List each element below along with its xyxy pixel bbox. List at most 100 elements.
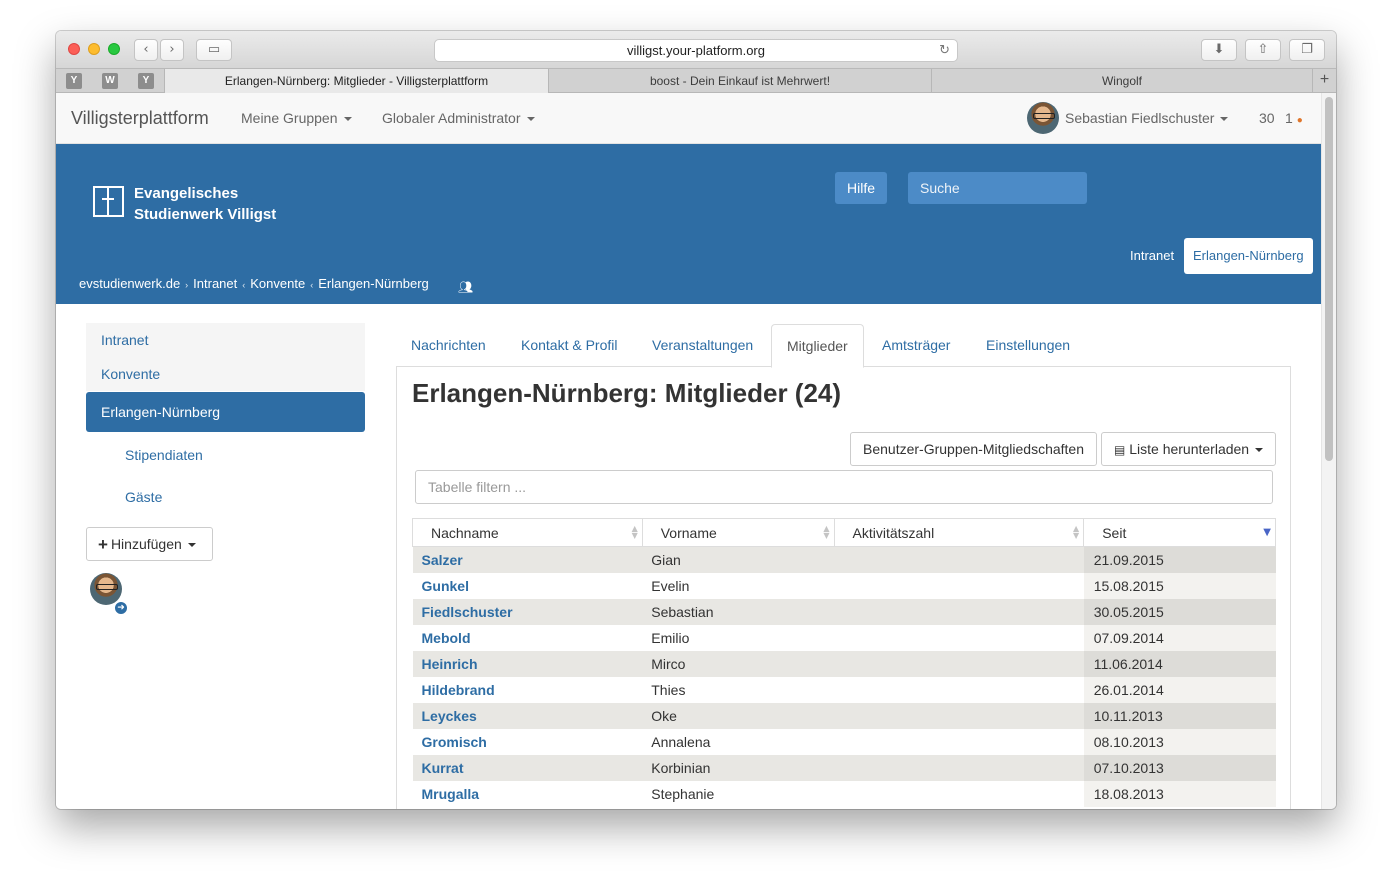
cell-since: 26.01.2014 — [1083, 676, 1276, 703]
unread-count[interactable]: 1 ● — [1285, 110, 1303, 126]
top-navbar: Villigsterplattform Meine Gruppen Global… — [56, 93, 1321, 144]
member-link[interactable]: Kurrat — [422, 760, 464, 776]
pinned-tab-y-icon[interactable]: Y — [66, 73, 82, 89]
close-window-button[interactable] — [68, 43, 80, 55]
user-name: Sebastian Fiedlschuster — [1065, 110, 1215, 126]
tab-amtstraeger[interactable]: Amtsträger — [882, 324, 950, 367]
cell-since: 15.08.2015 — [1083, 572, 1276, 599]
sidebar-subitem-stipendiaten[interactable]: Stipendiaten — [125, 447, 203, 463]
cell-last-name: Leyckes — [412, 702, 643, 729]
notification-count[interactable]: 30 — [1259, 110, 1275, 126]
content-tabs: Nachrichten Kontakt & Profil Veranstaltu… — [396, 324, 1291, 368]
table-row: Gromisch Annalena 08.10.2013 — [413, 728, 1276, 755]
cell-first-name: Thies — [651, 681, 686, 698]
tab-nachrichten[interactable]: Nachrichten — [411, 324, 486, 367]
search-input[interactable] — [908, 172, 1087, 204]
cell-activity — [834, 650, 1084, 677]
add-button[interactable]: + Hinzufügen — [86, 527, 213, 561]
logo-cross-icon — [93, 186, 124, 217]
member-link[interactable]: Heinrich — [422, 656, 478, 672]
cell-last-name: Hildebrand — [413, 677, 643, 703]
column-header-seit[interactable]: Seit ▼ — [1083, 518, 1276, 547]
breadcrumb-item[interactable]: Konvente — [250, 276, 305, 291]
add-button-label: Hinzufügen — [110, 536, 182, 552]
breadcrumb-separator-icon: › — [185, 280, 189, 290]
breadcrumb-item[interactable]: Erlangen-Nürnberg — [318, 276, 429, 291]
page-scrollbar[interactable] — [1321, 93, 1336, 809]
table-row: Salzer Gian 21.09.2015 — [412, 546, 1276, 573]
scrollbar-thumb[interactable] — [1325, 97, 1333, 461]
member-link[interactable]: Salzer — [422, 552, 463, 568]
browser-tab[interactable]: Wingolf — [931, 69, 1312, 93]
sidebar-toggle-icon[interactable]: ▭ — [196, 39, 232, 61]
group-members-icon[interactable]: 👥︎ — [458, 280, 473, 294]
member-link[interactable]: Gunkel — [422, 578, 469, 594]
column-header-aktivitaetszahl[interactable]: Aktivitätszahl ▲ ▼ — [833, 518, 1085, 547]
sidebar-item-konvente[interactable]: Konvente — [86, 357, 365, 391]
breadcrumb-item[interactable]: Intranet — [193, 276, 237, 291]
url-text: villigst.your-platform.org — [627, 43, 765, 58]
cell-activity — [834, 702, 1084, 729]
back-icon[interactable]: ‹ — [134, 39, 158, 61]
user-menu[interactable]: Sebastian Fiedlschuster — [1065, 110, 1229, 126]
browser-tab-active[interactable]: Erlangen-Nürnberg: Mitglieder - Villigst… — [164, 69, 548, 93]
memberships-button[interactable]: Benutzer-Gruppen-Mitgliedschaften — [850, 432, 1098, 466]
cell-activity — [834, 625, 1084, 651]
cell-activity — [834, 598, 1084, 625]
browser-tab-bar: Y W Y Erlangen-Nürnberg: Mitglieder - Vi… — [56, 69, 1336, 93]
browser-tab[interactable]: boost - Dein Einkauf ist Mehrwert! — [548, 69, 931, 93]
menu-global-admin[interactable]: Globaler Administrator — [382, 110, 535, 126]
reload-icon[interactable]: ↻ — [939, 40, 950, 61]
pinned-tab-w-icon[interactable]: W — [102, 73, 118, 89]
zoom-window-button[interactable] — [108, 43, 120, 55]
cell-last-name: Heinrich — [412, 650, 643, 677]
table-filter-input[interactable] — [415, 470, 1273, 504]
cell-activity — [834, 546, 1084, 573]
arrow-right-icon[interactable]: ➜ — [113, 600, 129, 616]
tab-mitglieder[interactable]: Mitglieder — [771, 324, 864, 368]
tab-veranstaltungen[interactable]: Veranstaltungen — [652, 324, 753, 367]
menu-my-groups[interactable]: Meine Gruppen — [241, 110, 352, 126]
column-header-nachname[interactable]: Nachname ▲ ▼ — [412, 518, 643, 547]
sidebar-item-erlangen-nuernberg[interactable]: Erlangen-Nürnberg — [86, 392, 365, 432]
cell-since: 07.10.2013 — [1083, 754, 1276, 781]
header-tab-active[interactable]: Erlangen-Nürnberg — [1184, 238, 1313, 274]
member-link[interactable]: Mrugalla — [422, 786, 480, 802]
column-header-vorname[interactable]: Vorname ▲ ▼ — [641, 518, 835, 547]
download-list-label: Liste herunterladen — [1129, 441, 1250, 457]
cell-last-name: Salzer — [412, 546, 643, 573]
sidebar-subitem-gaeste[interactable]: Gäste — [125, 489, 162, 505]
user-avatar[interactable] — [1027, 102, 1059, 134]
minimize-window-button[interactable] — [88, 43, 100, 55]
pinned-tab-y-icon[interactable]: Y — [138, 73, 154, 89]
download-list-button[interactable]: ▤ Liste herunterladen — [1101, 432, 1277, 466]
header-tab-intranet[interactable]: Intranet — [1130, 248, 1174, 263]
site-header: Evangelisches Studienwerk Villigst Hilfe… — [56, 144, 1321, 304]
cell-since: 10.11.2013 — [1083, 702, 1276, 729]
address-bar[interactable]: villigst.your-platform.org ↻ — [434, 39, 958, 62]
cell-since: 21.09.2015 — [1083, 546, 1276, 573]
member-link[interactable]: Hildebrand — [422, 682, 495, 698]
cell-last-name: Gunkel — [413, 573, 643, 599]
menu-my-groups-label: Meine Gruppen — [241, 110, 338, 126]
unread-dot-icon: ● — [1296, 115, 1303, 126]
brand-link[interactable]: Villigsterplattform — [71, 108, 209, 129]
member-link[interactable]: Leyckes — [422, 708, 477, 724]
member-link[interactable]: Mebold — [422, 630, 471, 646]
help-button[interactable]: Hilfe — [835, 172, 887, 204]
member-link[interactable]: Fiedlschuster — [422, 604, 513, 620]
new-tab-icon[interactable]: + — [1312, 69, 1336, 93]
tab-kontakt-profil[interactable]: Kontakt & Profil — [521, 324, 618, 367]
share-icon[interactable]: ⇧ — [1245, 39, 1281, 61]
tabs-overview-icon[interactable]: ❐ — [1289, 39, 1325, 61]
download-icon[interactable]: ⬇ — [1201, 39, 1237, 61]
cell-activity — [834, 573, 1084, 599]
caret-down-icon — [1255, 448, 1264, 453]
sidebar-item-intranet[interactable]: Intranet — [86, 323, 365, 357]
tab-einstellungen[interactable]: Einstellungen — [986, 324, 1070, 367]
member-link[interactable]: Gromisch — [422, 734, 487, 750]
site-logo[interactable]: Evangelisches Studienwerk Villigst — [134, 183, 276, 225]
breadcrumb-item[interactable]: evstudienwerk.de — [79, 276, 180, 291]
forward-icon[interactable]: › — [160, 39, 184, 61]
cell-last-name: Fiedlschuster — [412, 598, 643, 625]
